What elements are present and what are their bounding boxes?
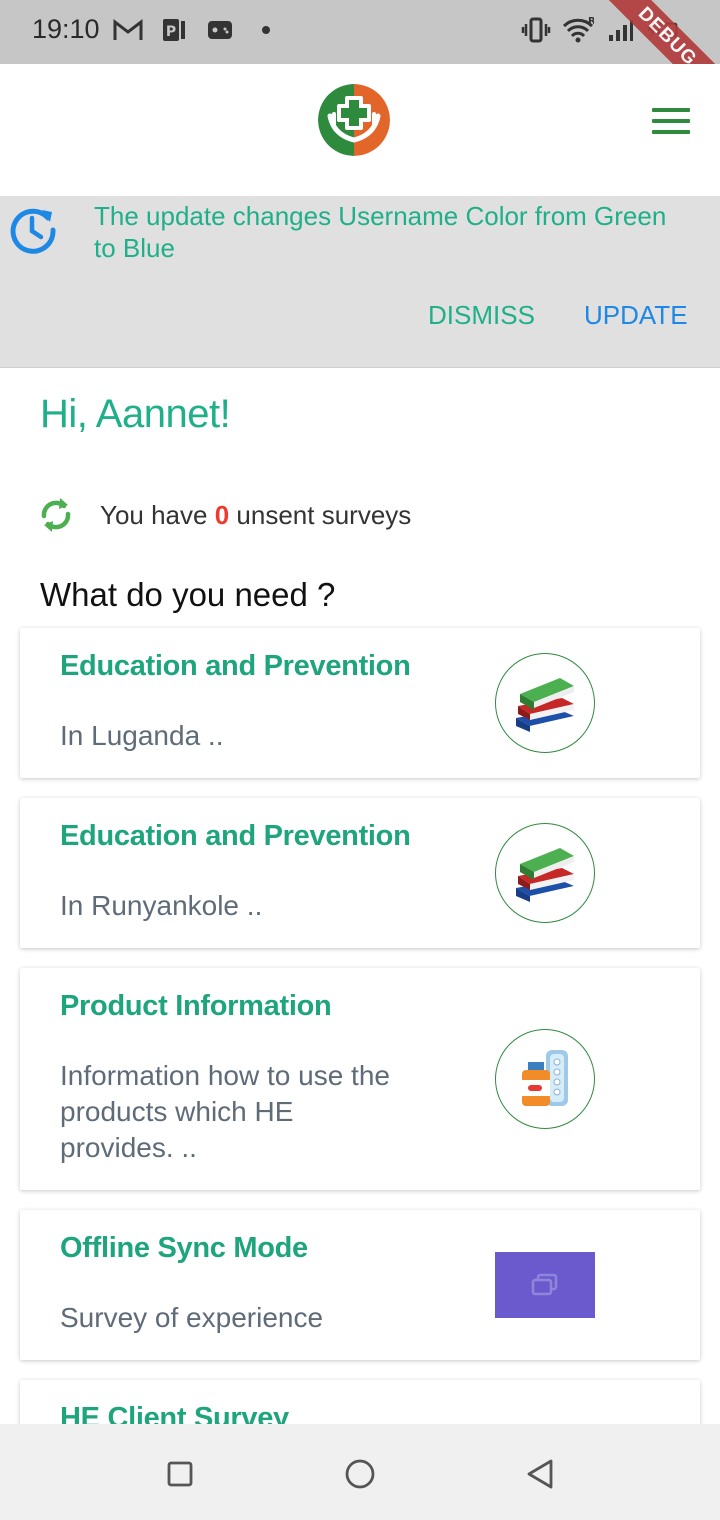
recents-button[interactable] bbox=[160, 1454, 200, 1494]
health-hands-logo bbox=[318, 84, 390, 156]
card-education-luganda[interactable]: Education and Prevention In Luganda .. bbox=[20, 628, 700, 778]
update-banner: The update changes Username Color from G… bbox=[0, 196, 720, 368]
update-clock-icon bbox=[8, 204, 58, 254]
hamburger-menu-icon[interactable] bbox=[650, 106, 692, 136]
card-subtitle: In Luganda .. bbox=[60, 720, 224, 751]
sync-icon[interactable] bbox=[38, 494, 74, 536]
books-icon bbox=[495, 653, 595, 753]
card-offline-sync-mode[interactable]: Offline Sync Mode Survey of experience bbox=[20, 1210, 700, 1360]
card-title: Education and Prevention bbox=[60, 650, 411, 682]
navigation-bar bbox=[0, 1424, 720, 1520]
home-button[interactable] bbox=[340, 1454, 380, 1494]
card-subtitle: Information how to use the products whic… bbox=[60, 1060, 390, 1163]
card-product-information[interactable]: Product Information Information how to u… bbox=[20, 968, 700, 1190]
update-button[interactable]: UPDATE bbox=[584, 300, 688, 331]
card-title: Education and Prevention bbox=[60, 820, 411, 852]
card-subtitle: Survey of experience bbox=[60, 1302, 324, 1333]
unsent-count: 0 bbox=[214, 500, 230, 530]
card-title: Offline Sync Mode bbox=[60, 1232, 308, 1264]
card-subtitle: In Runyankole .. bbox=[60, 890, 263, 921]
greeting: Hi, Aannet! bbox=[40, 392, 231, 436]
vibrate-icon bbox=[520, 14, 552, 46]
status-bar: 19:10 P R DEBUG bbox=[0, 0, 720, 64]
parking-icon: P bbox=[158, 14, 190, 46]
unsent-suffix: unsent surveys bbox=[236, 500, 412, 530]
unsent-surveys-row[interactable]: You have 0 unsent surveys bbox=[38, 494, 678, 540]
status-icons-left: P bbox=[112, 14, 282, 46]
section-title: What do you need ? bbox=[40, 576, 336, 613]
app-bar bbox=[0, 64, 720, 196]
unsent-surveys-text: You have 0 unsent surveys bbox=[100, 500, 411, 531]
update-message: The update changes Username Color from G… bbox=[94, 201, 667, 263]
status-time: 19:10 bbox=[32, 14, 100, 44]
back-button[interactable] bbox=[520, 1454, 560, 1494]
card-title: Product Information bbox=[60, 990, 332, 1022]
unsent-prefix: You have bbox=[100, 500, 208, 530]
dot-icon bbox=[250, 14, 282, 46]
medicine-icon bbox=[495, 1029, 595, 1129]
dismiss-button[interactable]: DISMISS bbox=[428, 300, 535, 331]
books-icon bbox=[495, 823, 595, 923]
gmail-icon bbox=[112, 14, 144, 46]
svg-text:R: R bbox=[588, 16, 594, 27]
svg-text:P: P bbox=[166, 24, 176, 40]
card-education-runyankole[interactable]: Education and Prevention In Runyankole .… bbox=[20, 798, 700, 948]
gamepad-icon bbox=[204, 14, 236, 46]
wifi-icon: R bbox=[562, 14, 594, 46]
image-placeholder-icon bbox=[495, 1252, 595, 1318]
